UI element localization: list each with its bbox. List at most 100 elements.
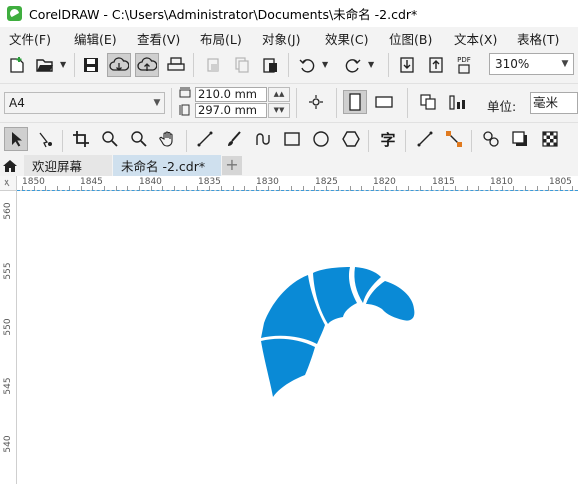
ruler-h-label: 1840 [139, 177, 162, 187]
ruler-h-label: 1835 [198, 177, 221, 187]
menu-table[interactable]: 表格(T) [517, 29, 559, 48]
ruler-h-label: 1830 [256, 177, 279, 187]
menu-object[interactable]: 对象(J) [262, 29, 300, 48]
freehand-tool-icon[interactable] [193, 127, 217, 151]
open-folder-icon[interactable] [33, 53, 57, 77]
portrait-icon[interactable] [343, 90, 367, 114]
ruler-v-label: 550 [3, 318, 13, 336]
menu-file[interactable]: 文件(F) [9, 29, 51, 48]
save-icon[interactable] [79, 53, 103, 77]
croissant-icon [261, 267, 415, 397]
zoom-tool-icon[interactable] [98, 127, 122, 151]
zoom-level-value[interactable]: 310% [490, 57, 557, 71]
ruler-h-label: 1850 [22, 177, 45, 187]
units-select[interactable]: 毫米 [530, 92, 578, 114]
menu-effects[interactable]: 效果(C) [325, 29, 368, 48]
all-pages-layout-icon[interactable] [416, 90, 440, 114]
zoom-dropdown-icon[interactable]: ▼ [557, 59, 573, 69]
connector-tool-icon[interactable] [442, 127, 466, 151]
crop-tool-icon[interactable] [69, 127, 93, 151]
page-width-spinner[interactable]: ▲▲ [268, 87, 290, 102]
redo-dropdown-icon[interactable]: ▼ [368, 60, 374, 69]
ruler-v-label: 545 [3, 377, 13, 395]
ruler-origin[interactable] [0, 176, 17, 191]
tab-document-label: 未命名 -2.cdr* [121, 159, 206, 174]
separator [388, 53, 389, 77]
drop-shadow-tool-icon[interactable] [508, 127, 532, 151]
parallel-dimension-tool-icon[interactable] [413, 127, 437, 151]
undo-dropdown-icon[interactable]: ▼ [322, 60, 328, 69]
coreldraw-logo-icon [7, 6, 22, 21]
pen-curve-tool-icon[interactable] [251, 127, 275, 151]
croissant-shape[interactable] [17, 191, 578, 484]
import-icon[interactable] [395, 53, 419, 77]
tab-welcome-label: 欢迎屏幕 [32, 159, 83, 174]
zoom-out-tool-icon[interactable] [127, 127, 151, 151]
print-icon[interactable] [164, 53, 188, 77]
pdf-label: PDF [457, 56, 471, 64]
artistic-media-tool-icon[interactable] [222, 127, 246, 151]
landscape-icon[interactable] [372, 90, 396, 114]
separator [296, 88, 297, 118]
text-tool-icon[interactable]: 字 [376, 127, 400, 151]
page-size-select[interactable]: A4 ▼ [4, 92, 165, 114]
separator [62, 130, 63, 152]
open-dropdown-icon[interactable]: ▼ [60, 60, 66, 69]
page-height-icon [179, 104, 191, 116]
menu-bitmaps[interactable]: 位图(B) [389, 29, 432, 48]
separator [186, 130, 187, 152]
blend-tool-icon[interactable] [479, 127, 503, 151]
drawing-canvas[interactable] [17, 191, 578, 484]
shape-tool-icon[interactable] [33, 127, 57, 151]
ruler-h-label: 1805 [549, 177, 572, 187]
add-tab-button[interactable]: + [222, 156, 242, 175]
ruler-h-label: 1825 [315, 177, 338, 187]
tab-document[interactable]: 未命名 -2.cdr* [113, 155, 221, 176]
publish-pdf-icon[interactable]: PDF [452, 53, 476, 77]
separator [368, 130, 369, 152]
ruler-v-label: 540 [3, 435, 13, 453]
page-border-guide [17, 190, 578, 192]
page-width-icon [179, 87, 191, 99]
menu-layout[interactable]: 布局(L) [200, 29, 242, 48]
current-page-layout-icon[interactable] [445, 90, 469, 114]
rectangle-tool-icon[interactable] [280, 127, 304, 151]
pick-tool-icon[interactable] [4, 127, 28, 151]
ruler-h-label: 1820 [373, 177, 396, 187]
new-document-icon[interactable] [5, 53, 29, 77]
page-size-dropdown-icon[interactable]: ▼ [150, 98, 164, 108]
polygon-tool-icon[interactable] [339, 127, 363, 151]
separator [171, 88, 172, 118]
menu-view[interactable]: 查看(V) [137, 29, 180, 48]
undo-icon[interactable] [295, 53, 319, 77]
ellipse-tool-icon[interactable] [309, 127, 333, 151]
page-width-input[interactable]: 210.0 mm [195, 87, 267, 102]
separator [471, 130, 472, 152]
cloud-import-icon[interactable] [107, 53, 131, 77]
menu-bar: 文件(F) 编辑(E) 查看(V) 布局(L) 对象(J) 效果(C) 位图(B… [0, 27, 578, 47]
title-bar: CorelDRAW - C:\Users\Administrator\Docum… [0, 0, 578, 27]
home-icon[interactable] [0, 155, 20, 176]
separator [407, 88, 408, 118]
pan-tool-icon[interactable] [156, 127, 180, 151]
ruler-h-label: 1815 [432, 177, 455, 187]
page-height-input[interactable]: 297.0 mm [195, 103, 267, 118]
transparency-tool-icon[interactable] [538, 127, 562, 151]
ruler-v-label: 560 [3, 202, 13, 220]
export-icon[interactable] [424, 53, 448, 77]
ruler-v-label: 555 [3, 262, 13, 280]
page-size-value[interactable]: A4 [5, 96, 150, 110]
paste-icon[interactable] [258, 53, 282, 77]
cloud-export-icon[interactable] [135, 53, 159, 77]
separator [336, 88, 337, 118]
menu-edit[interactable]: 编辑(E) [74, 29, 117, 48]
copy-icon [230, 53, 254, 77]
tab-welcome-screen[interactable]: 欢迎屏幕 [24, 155, 112, 176]
redo-icon[interactable] [341, 53, 365, 77]
all-pages-icon[interactable] [304, 90, 328, 114]
units-label: 单位: [487, 99, 517, 114]
cut-icon [201, 53, 225, 77]
zoom-level-combo[interactable]: 310% ▼ [489, 53, 574, 75]
page-height-spinner[interactable]: ▼▼ [268, 103, 290, 118]
menu-text[interactable]: 文本(X) [454, 29, 497, 48]
